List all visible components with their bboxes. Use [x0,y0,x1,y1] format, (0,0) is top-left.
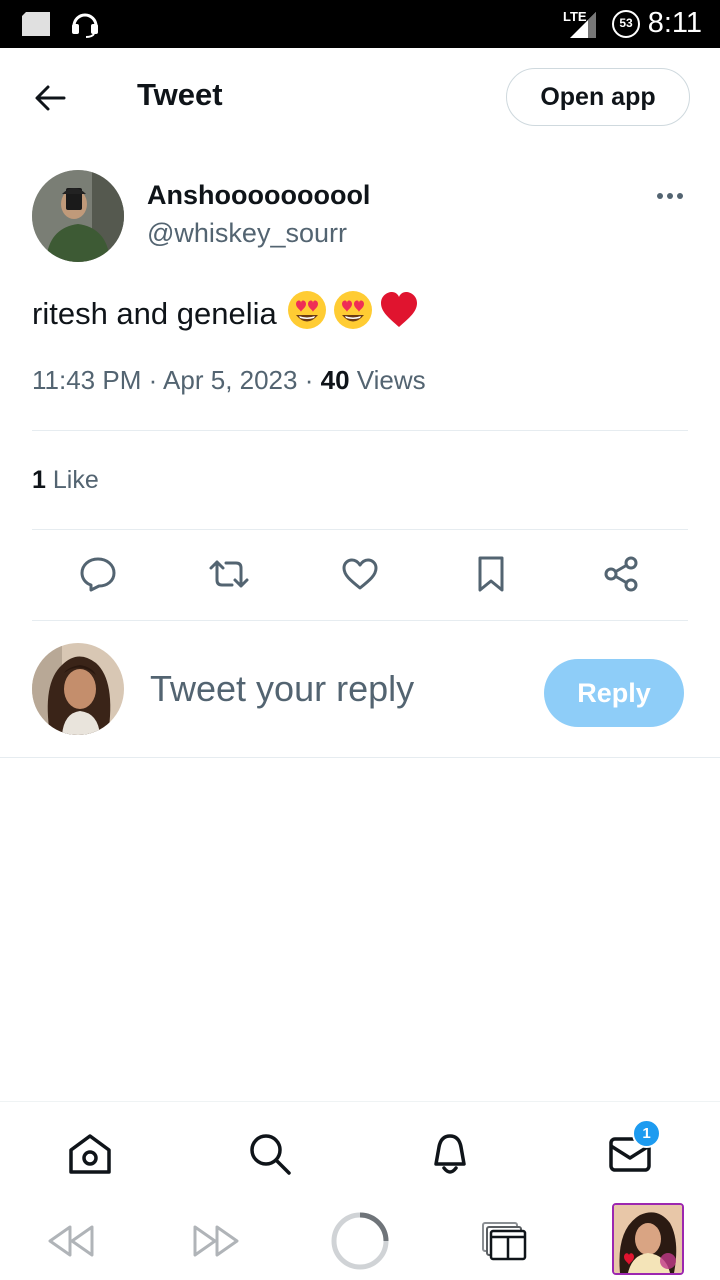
nav-home[interactable] [66,1130,114,1178]
bookmark-icon [478,556,504,592]
heart-eyes-emoji [287,290,327,338]
heart-eyes-emoji [333,290,373,338]
more-options-button[interactable] [652,184,688,208]
profile-thumbnail[interactable] [612,1203,684,1275]
author-handle[interactable]: @whiskey_sourr [147,218,347,249]
clock: 8:11 [647,7,702,39]
retweet-icon [209,560,249,588]
signal-icon [570,12,598,43]
divider [32,620,688,621]
bottom-navigation [0,1101,720,1201]
messages-badge: 1 [632,1119,661,1148]
separator: · [148,365,164,395]
author-avatar[interactable] [32,170,124,262]
divider [0,757,720,758]
home-icon [69,1134,111,1174]
notifications-icon [434,1134,466,1174]
like-button[interactable] [338,552,382,596]
back-arrow-icon [35,85,66,111]
tabs-button[interactable] [474,1211,534,1271]
tweet-actions [0,552,720,600]
views-label: Views [356,365,426,395]
reply-input[interactable]: Tweet your reply [150,668,414,710]
reply-button[interactable] [76,552,120,596]
sd-card-icon [20,10,54,43]
tabs-icon [482,1222,527,1261]
divider [32,529,688,530]
share-icon [604,556,638,592]
nav-search[interactable] [246,1130,294,1178]
separator: · [304,365,321,395]
more-dot [677,193,683,199]
divider [32,430,688,431]
likes-count: 1 [32,466,46,494]
rewind-button[interactable] [41,1211,101,1271]
likes-summary[interactable]: 1 Like [32,466,99,495]
red-heart-emoji [379,291,419,337]
nav-notifications[interactable] [426,1130,474,1178]
battery-indicator: 53 [612,10,640,38]
open-app-button[interactable]: Open app [506,68,690,126]
browser-toolbar [0,1201,720,1280]
bookmark-button[interactable] [469,552,513,596]
rewind-icon [48,1225,94,1257]
tweet-time: 11:43 PM [32,365,142,395]
page-title: Tweet [137,77,223,112]
loading-icon [331,1212,389,1270]
headset-icon [70,10,100,43]
more-dots-icon [657,193,663,199]
tweet-body: ritesh and genelia [32,296,277,331]
views-count: 40 [320,365,350,395]
retweet-button[interactable] [207,552,251,596]
likes-label: Like [52,466,99,494]
share-button[interactable] [599,552,643,596]
top-app-bar: Tweet Open app [0,48,720,148]
author-name[interactable]: Anshoooooooool [147,180,370,211]
like-icon [342,558,378,590]
tweet-date: Apr 5, 2023 [163,365,298,395]
fast-forward-button[interactable] [186,1211,246,1271]
more-dot [667,193,673,199]
back-button[interactable] [30,78,70,118]
tweet-metadata: 11:43 PM · Apr 5, 2023 · 40 Views [32,365,426,396]
reload-button[interactable] [330,1211,390,1271]
tweet-text: ritesh and genelia [32,290,419,338]
user-avatar[interactable] [32,643,124,735]
status-bar: LTE 53 8:11 [0,0,720,48]
fast-forward-icon [193,1225,239,1257]
reply-submit-button[interactable]: Reply [544,659,684,727]
search-icon [250,1134,291,1175]
reply-icon [80,557,116,592]
